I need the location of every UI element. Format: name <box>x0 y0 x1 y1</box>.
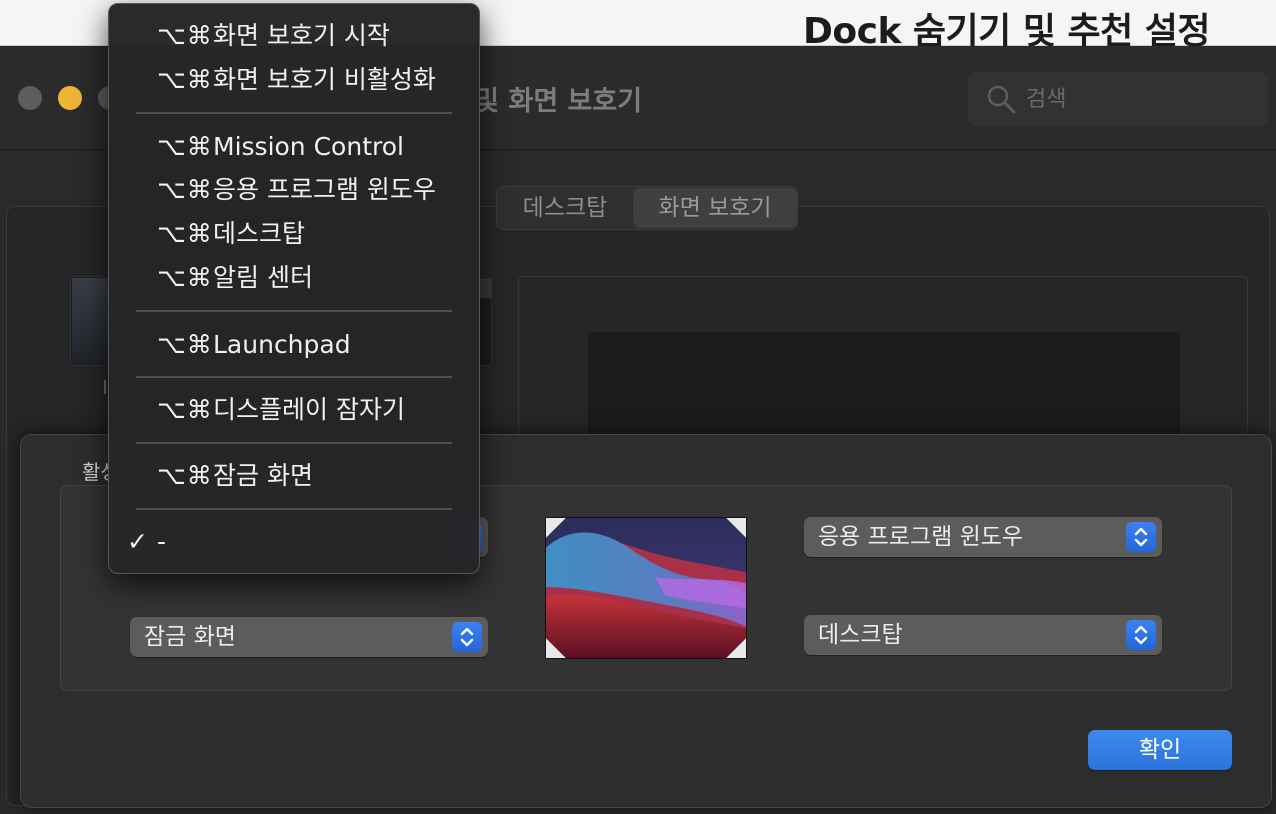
popup-value: 응용 프로그램 윈도우 <box>818 524 1024 550</box>
screensaver-thumbnail[interactable] <box>72 278 112 364</box>
menu-item-label: 알림 센터 <box>213 263 313 292</box>
hot-corner-menu: ⌥⌘ 화면 보호기 시작 ⌥⌘ 화면 보호기 비활성화 ⌥⌘ Mission C… <box>108 3 480 574</box>
menu-item-label: 디스플레이 잠자기 <box>213 395 405 424</box>
checkmark-icon: ✓ <box>127 527 148 556</box>
menu-item-launchpad[interactable]: ⌥⌘ Launchpad <box>111 325 479 365</box>
menu-item-label: Mission Control <box>213 132 404 161</box>
modifier-keys: ⌥⌘ <box>157 219 213 248</box>
close-button[interactable] <box>18 86 42 110</box>
top-right-corner-popup[interactable]: 응용 프로그램 윈도우 <box>804 517 1162 557</box>
menu-item-start-screensaver[interactable]: ⌥⌘ 화면 보호기 시작 <box>111 16 479 56</box>
menu-item-display-sleep[interactable]: ⌥⌘ 디스플레이 잠자기 <box>111 390 479 430</box>
popup-stepper-icon <box>1126 522 1156 552</box>
modifier-keys: ⌥⌘ <box>157 65 213 94</box>
modifier-keys: ⌥⌘ <box>157 395 213 424</box>
modifier-keys: ⌥⌘ <box>157 330 213 359</box>
popup-stepper-icon <box>1126 620 1156 650</box>
screensaver-preview <box>588 332 1180 436</box>
popup-stepper-icon <box>452 622 482 652</box>
menu-separator <box>136 112 452 114</box>
modifier-keys: ⌥⌘ <box>157 132 213 161</box>
menu-separator <box>136 442 452 444</box>
menu-item-label: 데스크탑 <box>213 219 306 248</box>
menu-item-label: 잠금 화면 <box>213 461 313 490</box>
menu-separator <box>136 376 452 378</box>
menu-item-label: Launchpad <box>213 330 351 359</box>
popup-value: 데스크탑 <box>818 622 903 648</box>
menu-item-disable-screensaver[interactable]: ⌥⌘ 화면 보호기 비활성화 <box>111 60 479 100</box>
menu-item-none[interactable]: ✓ - <box>111 522 479 562</box>
menu-item-label: - <box>157 527 168 556</box>
modifier-keys: ⌥⌘ <box>157 175 213 204</box>
menu-item-desktop[interactable]: ⌥⌘ 데스크탑 <box>111 214 479 254</box>
modifier-keys: ⌥⌘ <box>157 461 213 490</box>
menu-separator <box>136 508 452 510</box>
menu-separator <box>136 310 452 312</box>
divider <box>104 380 106 394</box>
desktop-wallpaper-preview <box>545 517 747 659</box>
tab-desktop[interactable]: 데스크탑 <box>500 190 630 226</box>
menu-item-notification-center[interactable]: ⌥⌘ 알림 센터 <box>111 258 479 298</box>
menu-item-lock-screen[interactable]: ⌥⌘ 잠금 화면 <box>111 456 479 496</box>
modifier-keys: ⌥⌘ <box>157 263 213 292</box>
menu-item-label: 응용 프로그램 윈도우 <box>213 175 436 204</box>
popup-value: 잠금 화면 <box>144 624 236 650</box>
menu-item-application-windows[interactable]: ⌥⌘ 응용 프로그램 윈도우 <box>111 170 479 210</box>
tab-screen-saver[interactable]: 화면 보호기 <box>633 188 797 228</box>
menu-item-label: 화면 보호기 비활성화 <box>213 65 436 94</box>
menu-item-mission-control[interactable]: ⌥⌘ Mission Control <box>111 127 479 167</box>
menu-item-label: 화면 보호기 시작 <box>213 21 390 50</box>
modifier-keys: ⌥⌘ <box>157 21 213 50</box>
search-icon <box>987 85 1016 114</box>
minimize-button[interactable] <box>58 86 82 110</box>
search-input[interactable] <box>1026 84 1246 114</box>
ok-button[interactable]: 확인 <box>1088 730 1232 770</box>
bottom-right-corner-popup[interactable]: 데스크탑 <box>804 615 1162 655</box>
bottom-left-corner-popup[interactable]: 잠금 화면 <box>130 617 488 657</box>
